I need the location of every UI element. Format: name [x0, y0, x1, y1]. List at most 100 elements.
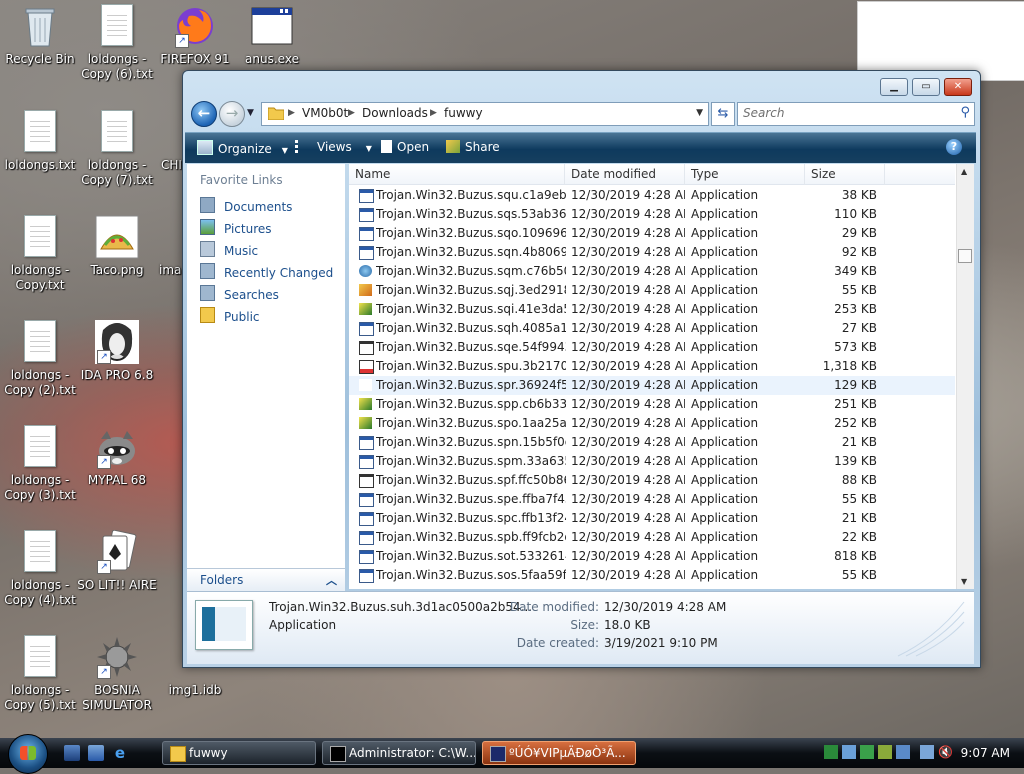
desktop-icon-loldongs[interactable]: loldongs.txt: [0, 110, 80, 173]
scroll-thumb[interactable]: [958, 249, 972, 263]
column-header-type[interactable]: Type: [685, 164, 805, 185]
column-header-date-modified[interactable]: Date modified: [565, 164, 685, 185]
file-row[interactable]: Trojan.Win32.Buzus.sqe.54f99434... 12/30/…: [349, 338, 955, 357]
desktop-icon-loldongs-copy-2[interactable]: loldongs - Copy (2).txt: [0, 320, 80, 398]
file-name: Trojan.Win32.Buzus.spn.15b5f0dc...: [376, 435, 566, 449]
file-row[interactable]: Trojan.Win32.Buzus.spr.36924f559... 12/30…: [349, 376, 955, 395]
desktop-icon-loldongs-copy-4[interactable]: loldongs - Copy (4).txt: [0, 530, 80, 608]
file-row[interactable]: Trojan.Win32.Buzus.sqo.109696ba... 12/30/…: [349, 224, 955, 243]
breadcrumb-fuwwy[interactable]: fuwwy: [444, 106, 483, 120]
file-type: Application: [691, 283, 759, 297]
file-row[interactable]: Trojan.Win32.Buzus.sqj.3ed29183... 12/30/…: [349, 281, 955, 300]
show-desktop-icon[interactable]: [64, 745, 80, 761]
file-row[interactable]: Trojan.Win32.Buzus.sqi.41e3da5b... 12/30/…: [349, 300, 955, 319]
desktop-icon-label: FIREFOX 91: [160, 52, 230, 66]
file-row[interactable]: Trojan.Win32.Buzus.squ.c1a9eb1f... 12/30/…: [349, 186, 955, 205]
desktop-icon-mypal[interactable]: ↗ MYPAL 68: [77, 425, 157, 488]
file-row[interactable]: Trojan.Win32.Buzus.spu.3b2170a0... 12/30/…: [349, 357, 955, 376]
nav-link-recently-changed[interactable]: Recently Changed: [200, 263, 333, 280]
taskbar-button-app[interactable]: ºÚÓ¥VIPµÄÐøÒ³Ã...: [482, 741, 636, 765]
folders-toggle[interactable]: Folders ︿: [187, 568, 345, 593]
file-row[interactable]: Trojan.Win32.Buzus.sqn.4b8069d... 12/30/2…: [349, 243, 955, 262]
file-row[interactable]: Trojan.Win32.Buzus.spc.ffb13f249... 12/30…: [349, 509, 955, 528]
refresh-button[interactable]: ⇆: [711, 102, 735, 126]
desktop-icon-ima[interactable]: ima: [155, 215, 185, 278]
file-row[interactable]: Trojan.Win32.Buzus.spe.ffba7f432... 12/30…: [349, 490, 955, 509]
search-icon[interactable]: ⚲: [960, 105, 970, 120]
tray-app-icon[interactable]: [860, 745, 874, 759]
desktop-icon-loldongs-copy-3[interactable]: loldongs - Copy (3).txt: [0, 425, 80, 503]
start-button[interactable]: [8, 734, 48, 774]
address-dropdown-icon[interactable]: ▼: [696, 108, 703, 118]
search-input[interactable]: Search ⚲: [737, 102, 975, 126]
file-row[interactable]: Trojan.Win32.Buzus.spn.15b5f0dc... 12/30/…: [349, 433, 955, 452]
organize-button[interactable]: Organize ▼: [197, 140, 288, 156]
file-row[interactable]: Trojan.Win32.Buzus.sos.5faa59f21... 12/30…: [349, 566, 955, 585]
tray-app-icon[interactable]: [824, 745, 838, 759]
forward-button[interactable]: →: [219, 101, 245, 127]
recent-pages-dropdown[interactable]: ▼: [247, 108, 254, 118]
explorer-window[interactable]: ▁ ▭ ✕ ← → ▼ ▶ VM0b0t ▶ Downloads ▶ fuwwy…: [182, 70, 981, 668]
file-row[interactable]: Trojan.Win32.Buzus.spo.1aa25a9a... 12/30/…: [349, 414, 955, 433]
file-row[interactable]: Trojan.Win32.Buzus.sqs.53ab36a4... 12/30/…: [349, 205, 955, 224]
desktop-icon-loldongs-copy-7[interactable]: loldongs - Copy (7).txt: [77, 110, 157, 188]
views-button[interactable]: Views ▼: [295, 140, 372, 154]
desktop-icon-loldongs-copy-6[interactable]: loldongs - Copy (6).txt: [77, 4, 157, 82]
file-name: Trojan.Win32.Buzus.sqs.53ab36a4...: [376, 207, 566, 221]
file-size: 253 KB: [834, 302, 877, 316]
desktop-icon-label: loldongs - Copy.txt: [10, 263, 70, 292]
switch-windows-icon[interactable]: [88, 745, 104, 761]
desktop-icon-loldongs-copy-5[interactable]: loldongs - Copy (5).txt: [0, 635, 80, 713]
clock[interactable]: 9:07 AM: [961, 746, 1010, 760]
breadcrumb-vm0b0t[interactable]: VM0b0t: [302, 106, 348, 120]
volume-muted-icon[interactable]: 🔇: [938, 745, 953, 759]
vertical-scrollbar[interactable]: ▲ ▼: [956, 164, 974, 589]
back-button[interactable]: ←: [191, 101, 217, 127]
share-label: Share: [465, 140, 500, 154]
network-icon[interactable]: [920, 745, 934, 759]
column-header-size[interactable]: Size: [805, 164, 885, 185]
taskbar-button-cmd[interactable]: Administrator: C:\W...: [322, 741, 476, 765]
desktop-icon-ida-pro[interactable]: ↗ IDA PRO 6.8: [77, 320, 157, 383]
file-row[interactable]: Trojan.Win32.Buzus.sot.53326145... 12/30/…: [349, 547, 955, 566]
solitaire-icon: ↗: [95, 529, 139, 574]
address-bar[interactable]: ▶ VM0b0t ▶ Downloads ▶ fuwwy ▼: [261, 102, 709, 126]
file-row[interactable]: Trojan.Win32.Buzus.spf.ffc50b863... 12/30…: [349, 471, 955, 490]
internet-explorer-icon[interactable]: e: [112, 745, 128, 761]
desktop-icon-solitaire[interactable]: ↗ SO LIT!! AIRE: [77, 529, 157, 593]
close-button[interactable]: ✕: [944, 78, 972, 96]
scroll-down-icon[interactable]: ▼: [961, 577, 967, 586]
file-row[interactable]: Trojan.Win32.Buzus.sqh.4085a183... 12/30/…: [349, 319, 955, 338]
desktop-icon-anus-exe[interactable]: anus.exe: [232, 4, 312, 67]
nav-link-pictures[interactable]: Pictures: [200, 219, 272, 236]
file-size: 573 KB: [834, 340, 877, 354]
desktop-icon-recycle-bin[interactable]: Recycle Bin: [0, 4, 80, 67]
tray-app-icon[interactable]: [896, 745, 910, 759]
column-header-name[interactable]: Name: [349, 164, 565, 185]
maximize-button[interactable]: ▭: [912, 78, 940, 96]
nav-link-documents[interactable]: Documents: [200, 197, 292, 214]
blank-window-icon: [359, 474, 374, 488]
nav-link-public[interactable]: Public: [200, 307, 260, 324]
scroll-up-icon[interactable]: ▲: [961, 167, 967, 176]
tray-app-icon[interactable]: [842, 745, 856, 759]
tray-app-icon[interactable]: [878, 745, 892, 759]
app-window-icon: [359, 531, 374, 545]
desktop-icon-taco[interactable]: Taco.png: [77, 215, 157, 278]
open-button[interactable]: Open: [381, 140, 429, 154]
file-row[interactable]: Trojan.Win32.Buzus.spb.ff9fcb2d... 12/30/…: [349, 528, 955, 547]
file-row[interactable]: Trojan.Win32.Buzus.sqm.c76b50a... 12/30/2…: [349, 262, 955, 281]
taskbar-button-fuwwy[interactable]: fuwwy: [162, 741, 316, 765]
breadcrumb-downloads[interactable]: Downloads: [362, 106, 428, 120]
desktop-icon-loldongs-copy[interactable]: loldongs - Copy.txt: [0, 215, 80, 293]
minimize-button[interactable]: ▁: [880, 78, 908, 96]
winzip-icon: [359, 398, 372, 410]
desktop-icon-firefox[interactable]: ↗ FIREFOX 91: [155, 4, 235, 67]
share-button[interactable]: Share: [446, 140, 500, 154]
nav-link-searches[interactable]: Searches: [200, 285, 279, 302]
nav-link-music[interactable]: Music: [200, 241, 258, 258]
help-icon[interactable]: ?: [946, 139, 962, 155]
file-row[interactable]: Trojan.Win32.Buzus.spp.cb6b335... 12/30/2…: [349, 395, 955, 414]
file-row[interactable]: Trojan.Win32.Buzus.spm.33a6356... 12/30/2…: [349, 452, 955, 471]
desktop-icon-bosnia-simulator[interactable]: ↗ BOSNIA SIMULATOR: [77, 635, 157, 713]
